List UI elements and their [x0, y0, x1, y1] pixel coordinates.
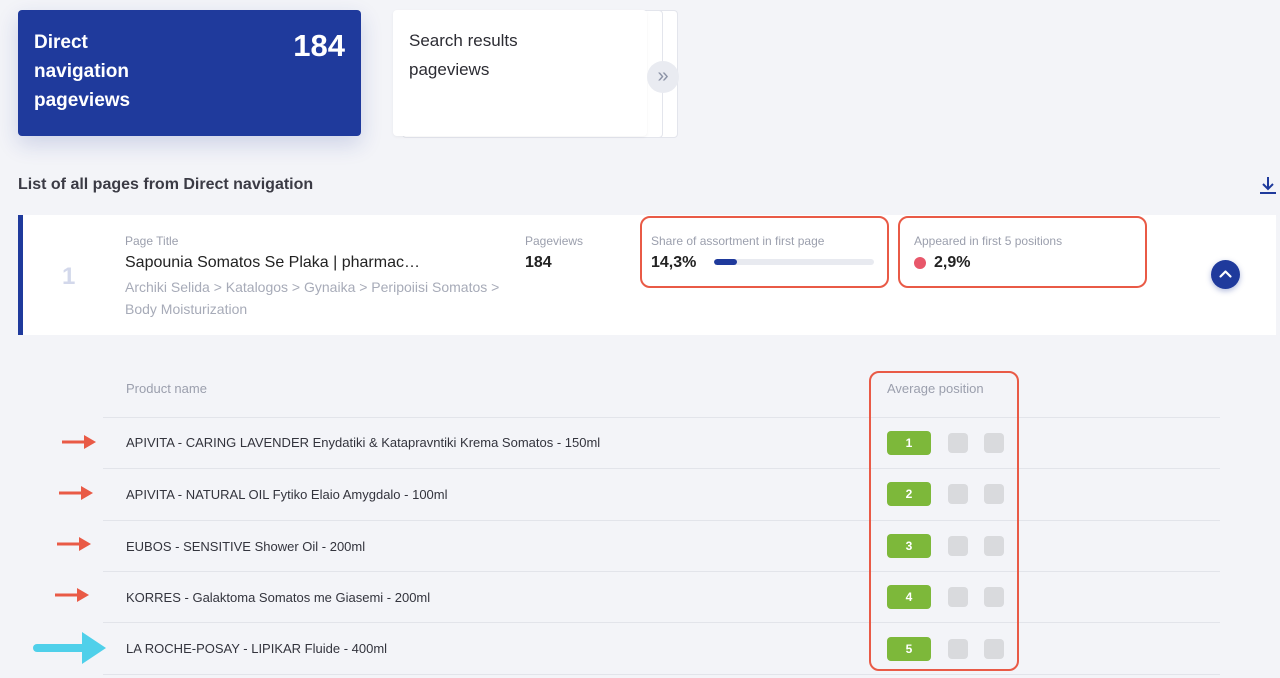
annotation-arrow-red	[57, 537, 91, 551]
annotation-arrow-red	[55, 588, 89, 602]
annotation-arrow-cyan	[33, 632, 106, 664]
annotation-arrow-red	[59, 486, 93, 500]
annotation-layer	[33, 435, 106, 664]
annotation-arrow-red	[62, 435, 96, 449]
